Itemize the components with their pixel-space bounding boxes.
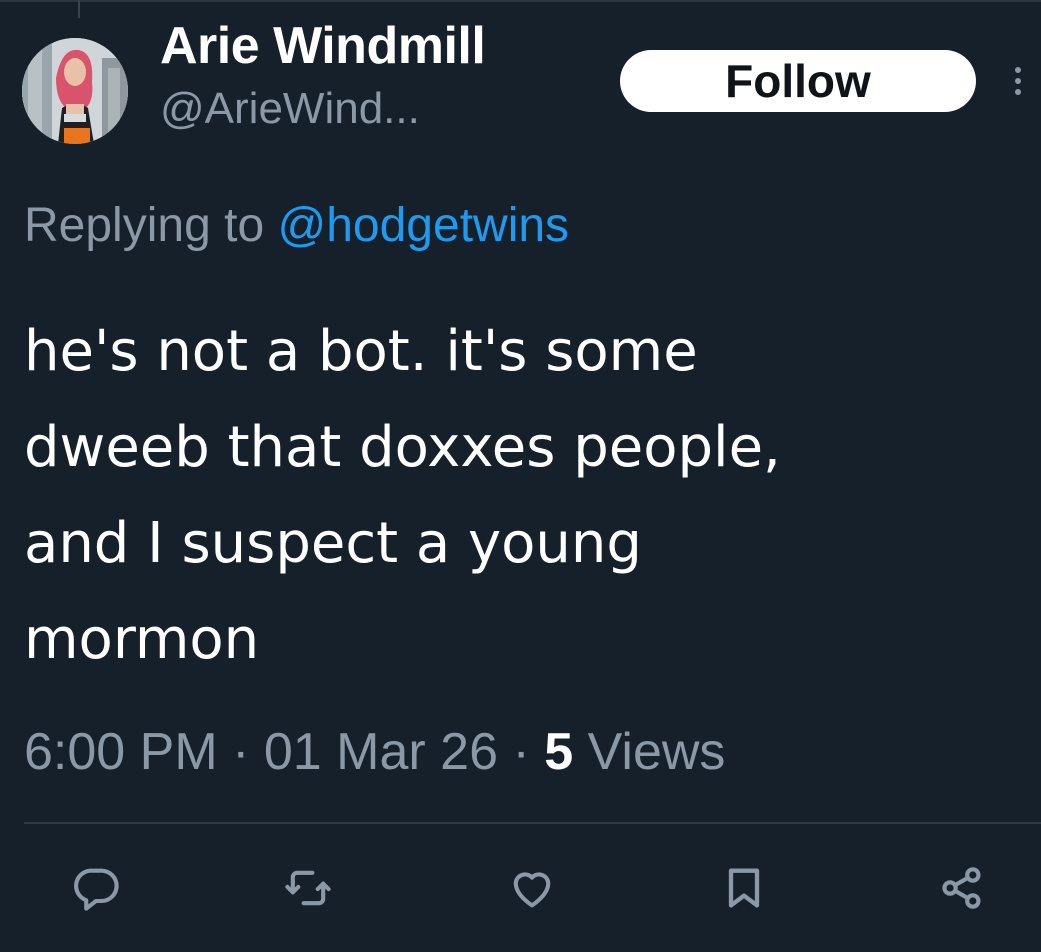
bookmark-icon[interactable] (718, 862, 770, 914)
views-label[interactable]: Views (588, 723, 726, 781)
tweet-text-line: he's not a bot. it's some (24, 319, 698, 384)
author-display-name[interactable]: Arie Windmill (160, 16, 486, 76)
like-icon[interactable] (506, 862, 558, 914)
tweet-text-line: and I suspect a young (24, 511, 642, 576)
action-bar-divider (24, 822, 1041, 824)
thread-connector-line (78, 0, 80, 18)
meta-separator: · (512, 723, 530, 781)
tweet-text-line: mormon (24, 607, 260, 672)
reply-icon[interactable] (70, 862, 122, 914)
views-count[interactable]: 5 (544, 723, 573, 781)
meta-separator: · (232, 723, 250, 781)
tweet-date[interactable]: 01 Mar 26 (264, 723, 498, 781)
replying-to-line: Replying to @hodgetwins (24, 198, 569, 253)
author-handle[interactable]: @ArieWind... (160, 84, 420, 134)
follow-button[interactable]: Follow (620, 50, 976, 112)
replying-to-mention-link[interactable]: @hodgetwins (277, 199, 569, 252)
tweet-time[interactable]: 6:00 PM (24, 723, 218, 781)
more-options-icon[interactable] (1008, 62, 1028, 102)
top-divider (0, 0, 1041, 2)
tweet-text-line: dweeb that doxxes people, (24, 415, 781, 480)
tweet-metadata: 6:00 PM · 01 Mar 26 · 5 Views (24, 722, 725, 782)
replying-to-label: Replying to (24, 199, 265, 252)
tweet-text: he's not a bot. it's some dweeb that dox… (24, 304, 1014, 688)
retweet-icon[interactable] (282, 862, 334, 914)
share-icon[interactable] (936, 862, 988, 914)
avatar[interactable] (22, 38, 128, 144)
